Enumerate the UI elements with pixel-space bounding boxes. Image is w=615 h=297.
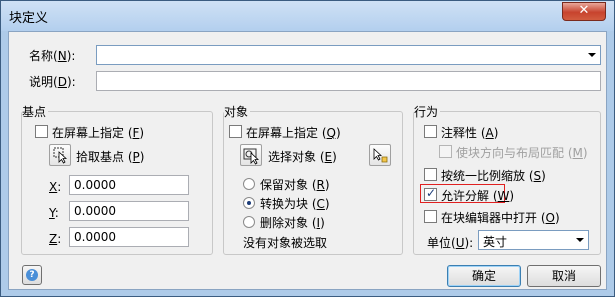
description-label-text: 说明 (29, 75, 54, 89)
match-orientation-hotkey: M (572, 146, 583, 160)
select-objects-label: 选择对象 (E) (268, 150, 337, 164)
close-icon: ✕ (578, 3, 590, 18)
block-definition-dialog: 块定义 ✕ 名称(N): 说明(D): 基点 在屏幕上指定 (F) 拾取基点 (… (0, 0, 615, 297)
convert-to-block-label: 转换为块 (C) (260, 197, 330, 211)
pick-base-point-button[interactable] (49, 144, 71, 166)
delete-objects-radio[interactable] (243, 216, 255, 228)
ok-button[interactable]: 确定 (447, 265, 521, 287)
chevron-down-icon[interactable] (576, 238, 584, 242)
z-label-text: Z (49, 232, 58, 246)
unit-label-text: 单位 (427, 236, 452, 250)
base-specify-hotkey: F (132, 126, 140, 140)
chevron-down-icon[interactable] (588, 53, 596, 57)
objects-specify-on-screen-label: 在屏幕上指定 (Q) (246, 126, 341, 140)
z-input[interactable]: 0.0000 (69, 227, 189, 247)
y-label: Y: (49, 206, 59, 220)
y-label-text: Y (49, 206, 55, 220)
x-label: X: (49, 180, 62, 194)
title-bar[interactable]: 块定义 ✕ (1, 1, 614, 31)
convert-text: 转换为块 (260, 197, 309, 211)
delete-objects-label: 删除对象 (I) (260, 216, 325, 230)
base-specify-on-screen-checkbox[interactable] (35, 125, 48, 138)
unit-select[interactable]: 英寸 (478, 230, 589, 250)
convert-hotkey: C (316, 197, 325, 211)
scale-uniformly-text: 按统一比例缩放 (441, 169, 526, 183)
name-label-text: 名称 (29, 49, 54, 63)
scale-uniformly-hotkey: S (533, 169, 542, 183)
unit-hotkey: U (455, 236, 465, 250)
pick-base-hotkey: P (132, 150, 140, 164)
open-in-editor-hotkey: O (545, 211, 555, 225)
retain-objects-radio[interactable] (243, 178, 255, 190)
name-combobox[interactable] (96, 45, 601, 65)
open-in-block-editor-label: 在块编辑器中打开 (O) (441, 211, 560, 225)
pick-point-icon (53, 147, 68, 164)
match-orientation-label: 使块方向与布局匹配 (M) (456, 146, 588, 160)
checkmark-icon: ✓ (426, 186, 437, 200)
y-input[interactable]: 0.0000 (69, 201, 189, 221)
match-orientation-checkbox[interactable] (439, 145, 452, 158)
dialog-body: 名称(N): 说明(D): 基点 在屏幕上指定 (F) 拾取基点 (P) X: … (8, 31, 607, 290)
retain-objects-label: 保留对象 (R) (260, 178, 330, 192)
cancel-button[interactable]: 取消 (527, 265, 601, 287)
allow-explode-hotkey: W (497, 189, 510, 203)
quick-select-button[interactable] (369, 144, 391, 166)
description-hotkey: D (57, 75, 67, 89)
delete-hotkey: I (316, 216, 321, 230)
annotative-checkbox[interactable] (424, 125, 437, 138)
x-label-text: X (49, 180, 58, 194)
objects-specify-text: 在屏幕上指定 (246, 126, 319, 140)
x-input[interactable]: 0.0000 (69, 175, 189, 195)
quick-select-icon (373, 148, 388, 163)
description-input[interactable] (96, 71, 601, 91)
select-objects-hotkey: E (324, 150, 333, 164)
dialog-title: 块定义 (9, 11, 49, 26)
selection-status: 没有对象被选取 (243, 236, 328, 250)
scale-uniformly-checkbox[interactable] (424, 168, 437, 181)
objects-specify-hotkey: Q (326, 126, 336, 140)
base-specify-text: 在屏幕上指定 (52, 126, 125, 140)
objects-title: 对象 (224, 103, 251, 120)
z-label: Z: (49, 232, 62, 246)
allow-explode-label: 允许分解 (W) (441, 189, 515, 203)
unit-value: 英寸 (483, 235, 508, 249)
help-button[interactable]: ? (22, 265, 42, 285)
base-specify-on-screen-label: 在屏幕上指定 (F) (52, 126, 145, 140)
delete-text: 删除对象 (260, 216, 309, 230)
allow-explode-text: 允许分解 (441, 189, 490, 203)
retain-text: 保留对象 (260, 178, 309, 192)
objects-specify-on-screen-checkbox[interactable] (229, 125, 242, 138)
open-in-editor-text: 在块编辑器中打开 (441, 211, 538, 225)
convert-to-block-radio[interactable] (243, 197, 255, 209)
annotative-label: 注释性 (A) (441, 126, 499, 140)
annotative-hotkey: A (485, 126, 494, 140)
name-hotkey: N (57, 49, 67, 63)
allow-explode-checkbox[interactable]: ✓ (424, 186, 437, 201)
unit-label: 单位(U): (427, 236, 474, 250)
behavior-title: 行为 (414, 103, 441, 120)
base-point-title: 基点 (22, 103, 49, 120)
match-orientation-text: 使块方向与布局匹配 (456, 146, 565, 160)
select-objects-text: 选择对象 (268, 150, 317, 164)
select-objects-button[interactable] (240, 144, 262, 166)
name-label: 名称(N): (29, 49, 76, 63)
pick-base-text: 拾取基点 (76, 150, 125, 164)
close-button[interactable]: ✕ (562, 2, 606, 21)
retain-hotkey: R (316, 178, 325, 192)
pick-base-point-label: 拾取基点 (P) (76, 150, 145, 164)
select-objects-icon (243, 148, 260, 165)
help-icon: ? (26, 269, 38, 281)
scale-uniformly-label: 按统一比例缩放 (S) (441, 169, 546, 183)
description-label: 说明(D): (29, 75, 76, 89)
annotative-text: 注释性 (441, 126, 478, 140)
open-in-block-editor-checkbox[interactable] (424, 210, 437, 223)
